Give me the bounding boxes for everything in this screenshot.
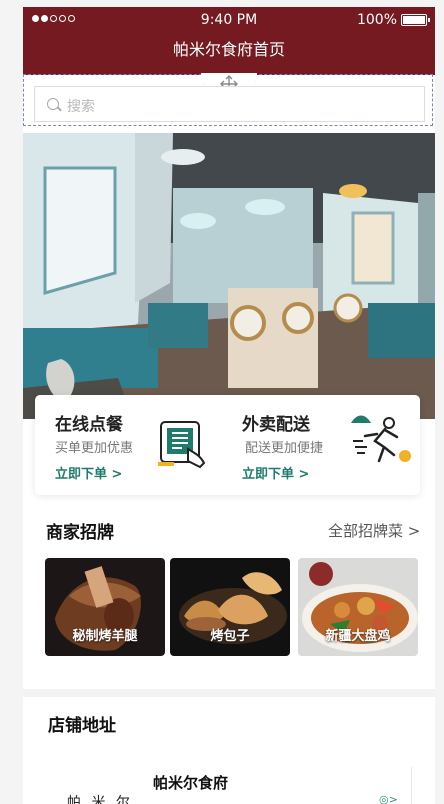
section-divider — [23, 689, 435, 697]
dish-label-big-plate-chicken: 新疆大盘鸡 — [325, 629, 391, 644]
battery-percent: 100% — [356, 12, 397, 28]
search-icon — [47, 98, 59, 110]
phone-screen: 9:40 PM 100% 帕米尔食府首页 搜索 在线点餐 买单更加优惠 立即下单… — [23, 7, 435, 804]
all-signature-link[interactable]: 全部招牌菜 > — [328, 520, 420, 541]
shop-logo: 帕 米 尔 — [67, 795, 133, 804]
delivery-title: 外卖配送 — [242, 415, 310, 435]
online-order-title: 在线点餐 — [55, 415, 123, 435]
online-order-subtitle: 买单更加优惠 — [55, 441, 134, 456]
tablet-order-icon — [158, 421, 206, 469]
order-card: 在线点餐 买单更加优惠 立即下单 > 外卖配送 配送更加便捷 立即下单 > — [35, 395, 420, 495]
delivery-subtitle: 配送更加便捷 — [245, 441, 324, 456]
delivery-runner-icon — [351, 415, 411, 463]
address-title: 店铺地址 — [48, 716, 116, 736]
shop-name: 帕米尔食府 — [153, 774, 229, 792]
dish-card-lamb-leg[interactable]: 秘制烤羊腿 — [45, 558, 165, 656]
address-divider — [411, 767, 412, 804]
search-input[interactable]: 搜索 — [34, 86, 425, 122]
dish-label-lamb-leg: 秘制烤羊腿 — [72, 629, 138, 644]
restaurant-banner-image — [23, 133, 435, 419]
delivery-link[interactable]: 立即下单 > — [242, 463, 309, 482]
signature-title: 商家招牌 — [46, 523, 114, 543]
map-navigation-icon[interactable]: ◎> — [379, 793, 398, 804]
dish-label-baked-bun: 烤包子 — [210, 629, 250, 644]
page-title: 帕米尔食府首页 — [23, 35, 435, 75]
search-placeholder: 搜索 — [67, 99, 95, 115]
battery-icon — [401, 14, 430, 26]
status-bar: 9:40 PM 100% — [23, 7, 435, 35]
online-order-link[interactable]: 立即下单 > — [55, 463, 122, 482]
dish-card-baked-bun[interactable]: 烤包子 — [170, 558, 290, 656]
dish-card-big-plate-chicken[interactable]: 新疆大盘鸡 — [298, 558, 418, 656]
